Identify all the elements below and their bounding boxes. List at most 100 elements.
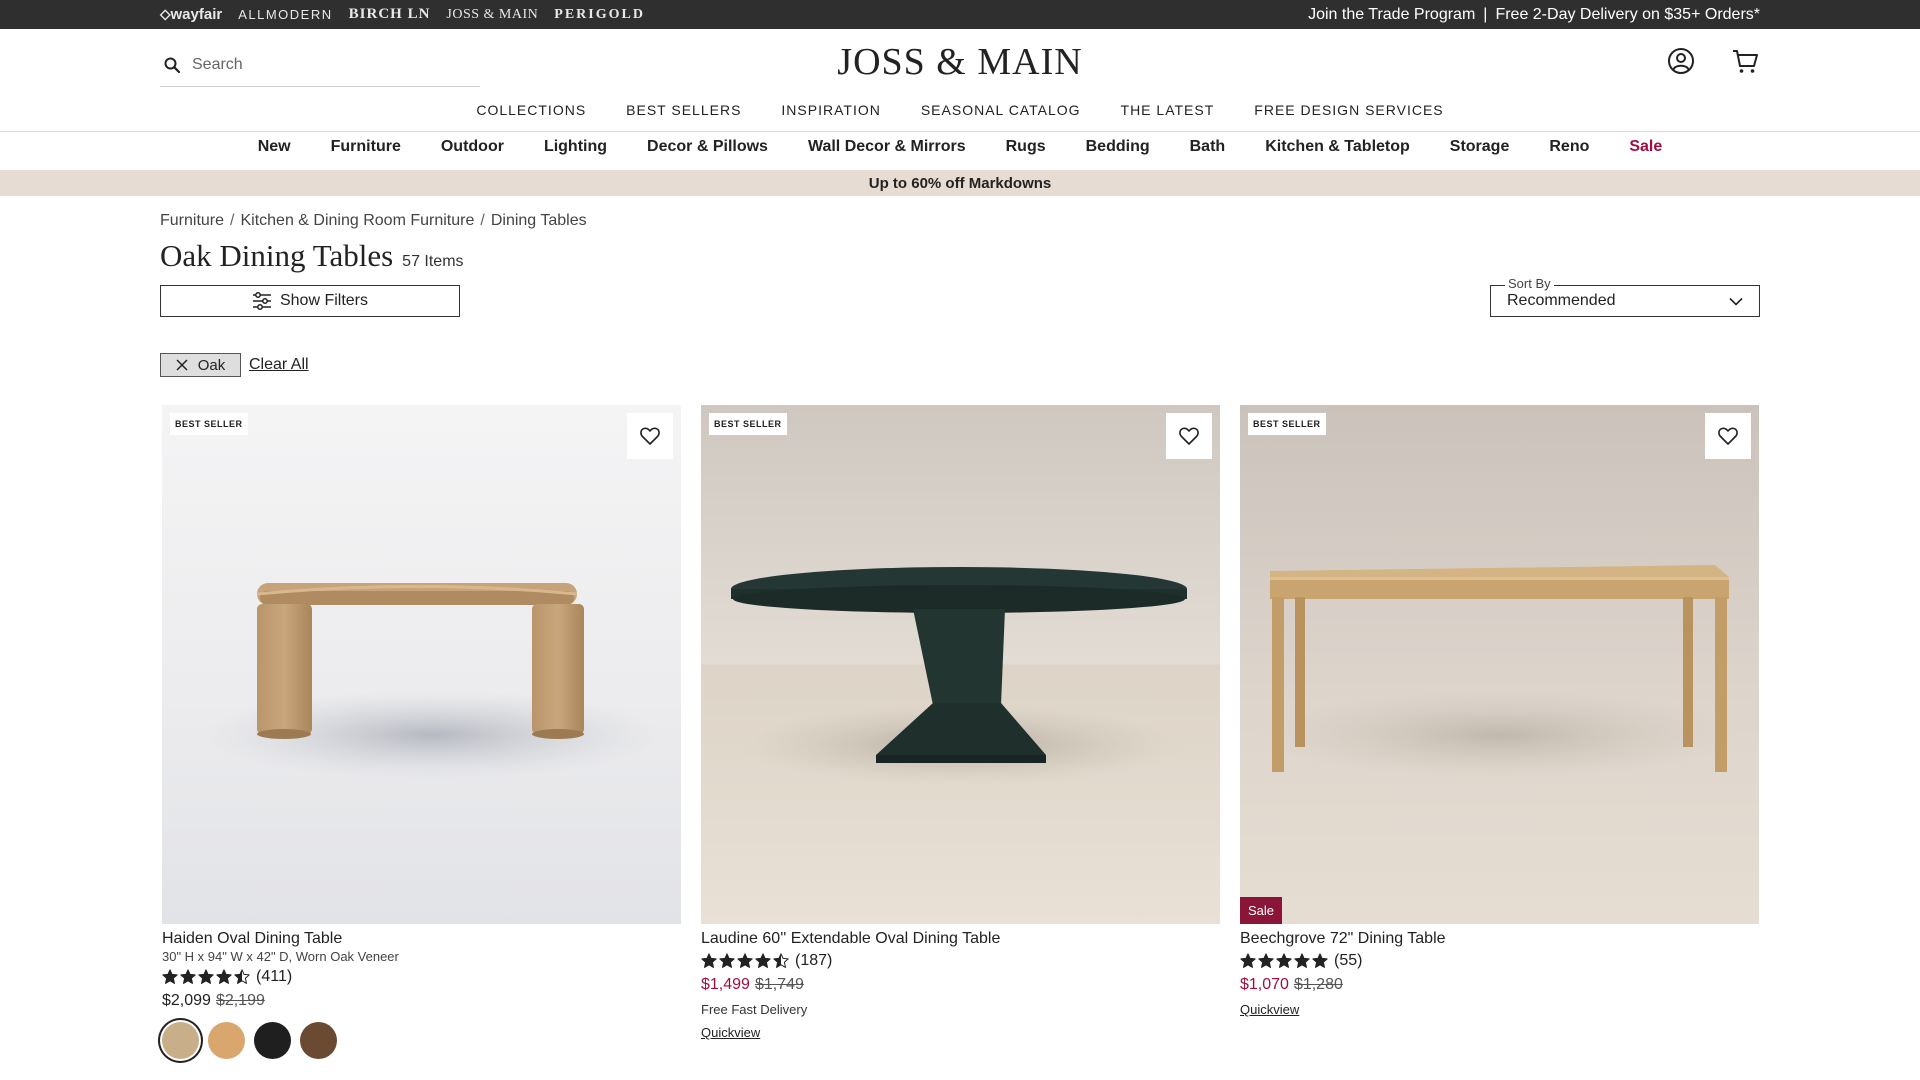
- product-card[interactable]: BEST SELLER Haiden Oval Dining Table 30"…: [162, 405, 681, 1059]
- product-name[interactable]: Beechgrove 72" Dining Table: [1240, 930, 1759, 948]
- cart-icon[interactable]: [1730, 46, 1760, 76]
- filter-chip-label: Oak: [197, 356, 226, 374]
- cat-lighting[interactable]: Lighting: [544, 138, 607, 156]
- cat-rugs[interactable]: Rugs: [1006, 138, 1046, 156]
- active-filter-chip[interactable]: Oak: [160, 353, 241, 377]
- family-brands: ⬦wayfair ALLMODERN BIRCH LN JOSS & MAIN …: [160, 0, 645, 29]
- star-icon: [755, 953, 771, 968]
- cat-new[interactable]: New: [258, 138, 291, 156]
- category-nav: New Furniture Outdoor Lighting Decor & P…: [0, 138, 1920, 156]
- free-delivery-link[interactable]: Free 2-Day Delivery on $35+ Orders*: [1495, 6, 1760, 24]
- product-image[interactable]: BEST SELLER: [701, 405, 1220, 924]
- swatch-light-oak[interactable]: [208, 1022, 245, 1059]
- quickview-link[interactable]: Quickview: [701, 1025, 760, 1040]
- color-swatches: [162, 1022, 681, 1059]
- best-seller-badge: BEST SELLER: [170, 413, 248, 435]
- heart-icon: [640, 427, 660, 445]
- product-rating[interactable]: (187): [701, 952, 1220, 970]
- nav-the-latest[interactable]: THE LATEST: [1121, 102, 1215, 118]
- cat-decor-pillows[interactable]: Decor & Pillows: [647, 138, 768, 156]
- wayfair-label: wayfair: [170, 6, 223, 23]
- item-count: 57 Items: [402, 253, 464, 270]
- breadcrumb-separator: /: [480, 212, 485, 229]
- utility-bar: ⬦wayfair ALLMODERN BIRCH LN JOSS & MAIN …: [0, 0, 1920, 29]
- swatch-walnut[interactable]: [300, 1022, 337, 1059]
- account-icon[interactable]: [1666, 46, 1696, 76]
- star-icon: [1240, 953, 1256, 968]
- nav-seasonal-catalog[interactable]: SEASONAL CATALOG: [921, 102, 1081, 118]
- star-rating: [701, 953, 789, 969]
- cat-sale[interactable]: Sale: [1629, 138, 1662, 156]
- nav-collections[interactable]: COLLECTIONS: [476, 102, 586, 118]
- best-seller-badge: BEST SELLER: [1248, 413, 1326, 435]
- brand-allmodern-link[interactable]: ALLMODERN: [238, 7, 332, 22]
- star-icon: [1276, 953, 1292, 968]
- title-row: Oak Dining Tables 57 Items: [160, 238, 464, 274]
- sort-select[interactable]: Sort By Recommended: [1490, 276, 1760, 317]
- product-rating[interactable]: (55): [1240, 952, 1759, 970]
- sale-badge: Sale: [1240, 897, 1283, 924]
- nav-free-design-services[interactable]: FREE DESIGN SERVICES: [1254, 102, 1443, 118]
- chevron-down-icon: [1729, 297, 1743, 306]
- page-title: Oak Dining Tables: [160, 238, 394, 273]
- show-filters-button[interactable]: Show Filters: [160, 285, 460, 317]
- star-icon: [737, 953, 753, 968]
- rectangular-table-image: [1240, 405, 1759, 924]
- star-rating: [162, 969, 250, 985]
- cat-bedding[interactable]: Bedding: [1086, 138, 1150, 156]
- star-icon: [719, 953, 735, 968]
- breadcrumb-furniture[interactable]: Furniture: [160, 212, 224, 230]
- brand-joss-link[interactable]: JOSS & MAIN: [446, 7, 538, 23]
- price-row: $2,099 $2,199: [162, 992, 681, 1010]
- swatch-black[interactable]: [254, 1022, 291, 1059]
- product-name[interactable]: Haiden Oval Dining Table: [162, 930, 681, 948]
- close-icon: [176, 359, 188, 371]
- brand-wayfair-link[interactable]: ⬦wayfair: [160, 6, 222, 23]
- search-icon[interactable]: [164, 57, 180, 73]
- brand-perigold-link[interactable]: PERIGOLD: [554, 7, 645, 23]
- site-logo[interactable]: JOSS & MAIN: [837, 41, 1082, 83]
- quickview-link[interactable]: Quickview: [1240, 1002, 1299, 1017]
- original-price: $2,199: [215, 992, 265, 1009]
- cat-outdoor[interactable]: Outdoor: [441, 138, 504, 156]
- star-rating: [1240, 953, 1328, 969]
- original-price: $1,280: [1293, 976, 1343, 993]
- original-price: $1,749: [754, 976, 804, 993]
- cat-wall-decor-mirrors[interactable]: Wall Decor & Mirrors: [808, 138, 966, 156]
- product-name[interactable]: Laudine 60'' Extendable Oval Dining Tabl…: [701, 930, 1220, 948]
- review-count: (411): [256, 968, 293, 985]
- search-input[interactable]: [192, 56, 462, 74]
- trade-program-link[interactable]: Join the Trade Program: [1308, 6, 1475, 24]
- pedestal-table-image: [701, 405, 1220, 924]
- product-rating[interactable]: (411): [162, 968, 681, 986]
- breadcrumb: Furniture / Kitchen & Dining Room Furnit…: [160, 212, 587, 230]
- sort-label: Sort By: [1505, 276, 1554, 291]
- markdown-banner[interactable]: Up to 60% off Markdowns: [0, 170, 1920, 196]
- swatch-natural-oak[interactable]: [162, 1022, 199, 1059]
- breadcrumb-dining-tables[interactable]: Dining Tables: [491, 212, 587, 230]
- clear-all-link[interactable]: Clear All: [249, 356, 309, 374]
- cat-reno[interactable]: Reno: [1549, 138, 1589, 156]
- sale-price: $1,070: [1240, 976, 1289, 993]
- favorite-button[interactable]: [1166, 413, 1212, 459]
- cat-furniture[interactable]: Furniture: [331, 138, 401, 156]
- primary-nav: COLLECTIONS BEST SELLERS INSPIRATION SEA…: [0, 102, 1920, 118]
- star-icon: [701, 953, 717, 968]
- star-icon: [773, 953, 789, 968]
- product-image[interactable]: BEST SELLER: [162, 405, 681, 924]
- oval-table-image: [162, 405, 681, 924]
- product-image[interactable]: BEST SELLER Sale: [1240, 405, 1759, 924]
- nav-best-sellers[interactable]: BEST SELLERS: [626, 102, 741, 118]
- brand-birch-link[interactable]: BIRCH LN: [349, 6, 431, 23]
- search-bar: [160, 44, 480, 87]
- product-card[interactable]: BEST SELLER Sale Beechgrove 72" Dining T…: [1240, 405, 1759, 1019]
- favorite-button[interactable]: [1705, 413, 1751, 459]
- cat-storage[interactable]: Storage: [1450, 138, 1510, 156]
- breadcrumb-kitchen-dining[interactable]: Kitchen & Dining Room Furniture: [240, 212, 474, 230]
- favorite-button[interactable]: [627, 413, 673, 459]
- promo-separator: |: [1483, 5, 1488, 23]
- product-card[interactable]: BEST SELLER Laudine 60'' Extendable Oval…: [701, 405, 1220, 1042]
- cat-kitchen-tabletop[interactable]: Kitchen & Tabletop: [1265, 138, 1410, 156]
- cat-bath[interactable]: Bath: [1190, 138, 1226, 156]
- nav-inspiration[interactable]: INSPIRATION: [781, 102, 880, 118]
